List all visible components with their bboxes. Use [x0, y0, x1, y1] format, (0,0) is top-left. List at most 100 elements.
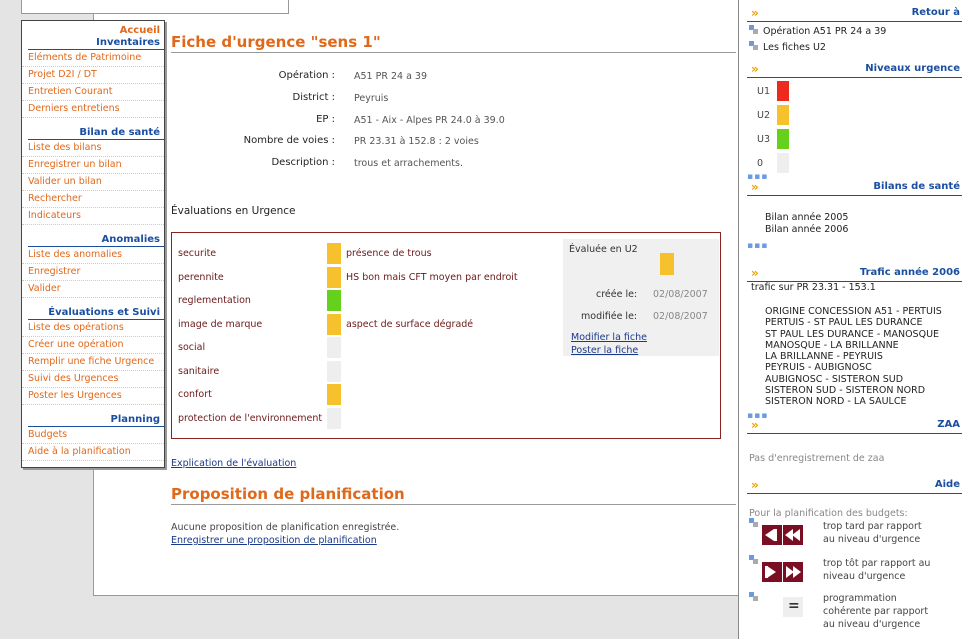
- criterion-level-cell: [327, 407, 341, 429]
- criterion-label: image de marque: [178, 318, 263, 330]
- criterion-label: social: [178, 342, 206, 353]
- aide-header: » Aide: [747, 478, 962, 494]
- criterion-level-cell: [327, 337, 341, 358]
- bilan-2006[interactable]: Bilan année 2006: [765, 224, 848, 235]
- nav-item-bilan-4[interactable]: Indicateurs: [22, 208, 164, 225]
- nav-heading-anomalies[interactable]: Anomalies: [28, 234, 164, 247]
- planning-none-text: Aucune proposition de planification enre…: [171, 522, 400, 533]
- criterion-label: confort: [178, 389, 212, 400]
- info-label-district: District :: [292, 92, 335, 103]
- urgency-level-label: 0: [757, 158, 764, 169]
- info-label-ep: EP :: [316, 114, 335, 125]
- info-label-description: Description :: [271, 157, 335, 168]
- info-value-description: trous et arrachements.: [354, 158, 464, 169]
- aide-title: Aide: [934, 479, 960, 490]
- nav-item-anomalies-2[interactable]: Valider: [22, 281, 164, 298]
- planning-register-link[interactable]: Enregistrer une proposition de planifica…: [171, 535, 377, 546]
- nav-list-inventaires: Eléments de Patrimoine Projet D2I / DT Ent…: [22, 50, 164, 118]
- aide-ok-line2: cohérente par rapport: [823, 606, 929, 617]
- created-date: 02/08/2007: [653, 289, 708, 300]
- trafic-segment: PERTUIS - ST PAUL LES DURANCE: [765, 317, 923, 329]
- info-label-operation: Opération :: [278, 70, 335, 81]
- urgency-level-label: U2: [757, 110, 770, 121]
- nav-item-bilan-0[interactable]: Liste des bilans: [22, 140, 164, 157]
- nav-item-anomalies-0[interactable]: Liste des anomalies: [22, 247, 164, 264]
- nav-item-planning-0[interactable]: Budgets: [22, 427, 164, 444]
- chevron-icon: »: [751, 478, 759, 492]
- nav-list-anomalies: Liste des anomalies Enregistrer Valider: [22, 247, 164, 298]
- nav-list-bilan: Liste des bilans Enregistrer un bilan Vali…: [22, 140, 164, 225]
- trafic-header: » Trafic année 2006: [747, 266, 962, 282]
- nav-item-inventaires-2[interactable]: Entretien Courant: [22, 84, 164, 101]
- urgency-level-swatch: [777, 105, 789, 125]
- nav-item-evaluations-3[interactable]: Suivi des Urgences: [22, 371, 164, 388]
- coherent-icon: =: [783, 597, 803, 617]
- aide-early-line1: trop tôt par rapport au: [823, 558, 931, 569]
- bilan-2005[interactable]: Bilan année 2005: [765, 212, 848, 223]
- nav-item-bilan-2[interactable]: Valider un bilan: [22, 174, 164, 191]
- bilans-header: » Bilans de santé: [747, 180, 962, 196]
- too-early-icon: [762, 562, 782, 582]
- trafic-title: Trafic année 2006: [859, 267, 960, 278]
- criterion-level-cell: [327, 384, 341, 405]
- nav-list-planning: Budgets Aide à la planification: [22, 427, 164, 461]
- explanation-link[interactable]: Explication de l'évaluation: [171, 458, 296, 469]
- nav-heading-evaluations[interactable]: Évaluations et Suivi: [28, 307, 164, 320]
- nav-item-evaluations-1[interactable]: Créer une opération: [22, 337, 164, 354]
- title-rule: [171, 52, 736, 53]
- retour-title: Retour à: [911, 7, 960, 18]
- created-label: créée le:: [596, 289, 638, 300]
- planning-title: Proposition de planification: [171, 485, 405, 503]
- nav-item-planning-1[interactable]: Aide à la planification: [22, 444, 164, 461]
- info-value-district: Peyruis: [354, 93, 389, 104]
- bullet-icon: [749, 518, 758, 527]
- aide-late-line1: trop tard par rapport: [823, 521, 922, 532]
- trafic-segment: PEYRUIS - AUBIGNOSC: [765, 362, 872, 374]
- retour-link-operation[interactable]: Opération A51 PR 24 a 39: [763, 26, 886, 37]
- criterion-level-cell: [327, 243, 341, 264]
- criterion-level-cell: [327, 313, 341, 335]
- aide-ok-line3: au niveau d'urgence: [823, 619, 921, 630]
- post-link[interactable]: Poster la fiche: [571, 345, 638, 356]
- criterion-level-cell: [327, 266, 341, 288]
- retour-link-fiches[interactable]: Les fiches U2: [763, 42, 826, 53]
- criterion-comment: aspect de surface dégradé: [346, 318, 474, 330]
- bullet-icon: [749, 41, 758, 50]
- info-value-voies: PR 23.31 à 152.8 : 2 voies: [354, 136, 479, 147]
- nav-item-evaluations-2[interactable]: Remplir une fiche Urgence: [22, 354, 164, 371]
- evaluation-box: securite présence de trous perennite HS bon…: [171, 232, 721, 439]
- nav-item-inventaires-0[interactable]: Eléments de Patrimoine: [22, 50, 164, 67]
- info-label-voies: Nombre de voies :: [243, 135, 335, 146]
- trafic-segment: ORIGINE CONCESSION A51 - PERTUIS: [765, 306, 942, 317]
- modified-date: 02/08/2007: [653, 311, 708, 322]
- trafic-segment: SISTERON SUD - SISTERON NORD: [765, 385, 926, 397]
- nav-item-inventaires-1[interactable]: Projet D2I / DT: [22, 67, 164, 84]
- chevron-icon: »: [751, 266, 759, 280]
- bilans-title: Bilans de santé: [873, 181, 960, 192]
- bullet-icon: [749, 25, 758, 34]
- trafic-segment: LA BRILLANNE - PEYRUIS: [765, 351, 883, 363]
- planning-rule: [171, 504, 736, 505]
- criterion-label: protection de l'environnement: [178, 412, 323, 424]
- nav-item-anomalies-1[interactable]: Enregistrer: [22, 264, 164, 281]
- zaa-title: ZAA: [937, 419, 960, 430]
- modify-link[interactable]: Modifier la fiche: [571, 332, 647, 343]
- nav-item-evaluations-4[interactable]: Poster les Urgences: [22, 388, 164, 405]
- trafic-segment: ST PAUL LES DURANCE - MANOSQUE: [765, 328, 940, 340]
- much-too-early-icon: [783, 562, 803, 582]
- criterion-label: perennite: [178, 271, 224, 283]
- nav-heading-planning[interactable]: Planning: [28, 414, 164, 427]
- nav-item-inventaires-3[interactable]: Derniers entretiens: [22, 101, 164, 118]
- nav-item-evaluations-0[interactable]: Liste des opérations: [22, 320, 164, 337]
- nav-heading-bilan[interactable]: Bilan de santé: [28, 127, 164, 140]
- nav-accueil[interactable]: Accueil: [22, 25, 164, 37]
- retour-header: » Retour à: [747, 6, 962, 22]
- bullet-icon: [749, 592, 758, 601]
- aide-ok-line1: programmation: [823, 593, 897, 604]
- trafic-segment: AUBIGNOSC - SISTERON SUD: [765, 373, 904, 385]
- right-sidebar: » Retour à Opération A51 PR 24 a 39 Les …: [738, 0, 969, 639]
- nav-heading-inventaires[interactable]: Inventaires: [28, 37, 164, 50]
- nav-item-bilan-3[interactable]: Rechercher: [22, 191, 164, 208]
- nav-item-bilan-1[interactable]: Enregistrer un bilan: [22, 157, 164, 174]
- chevron-icon: »: [751, 6, 759, 20]
